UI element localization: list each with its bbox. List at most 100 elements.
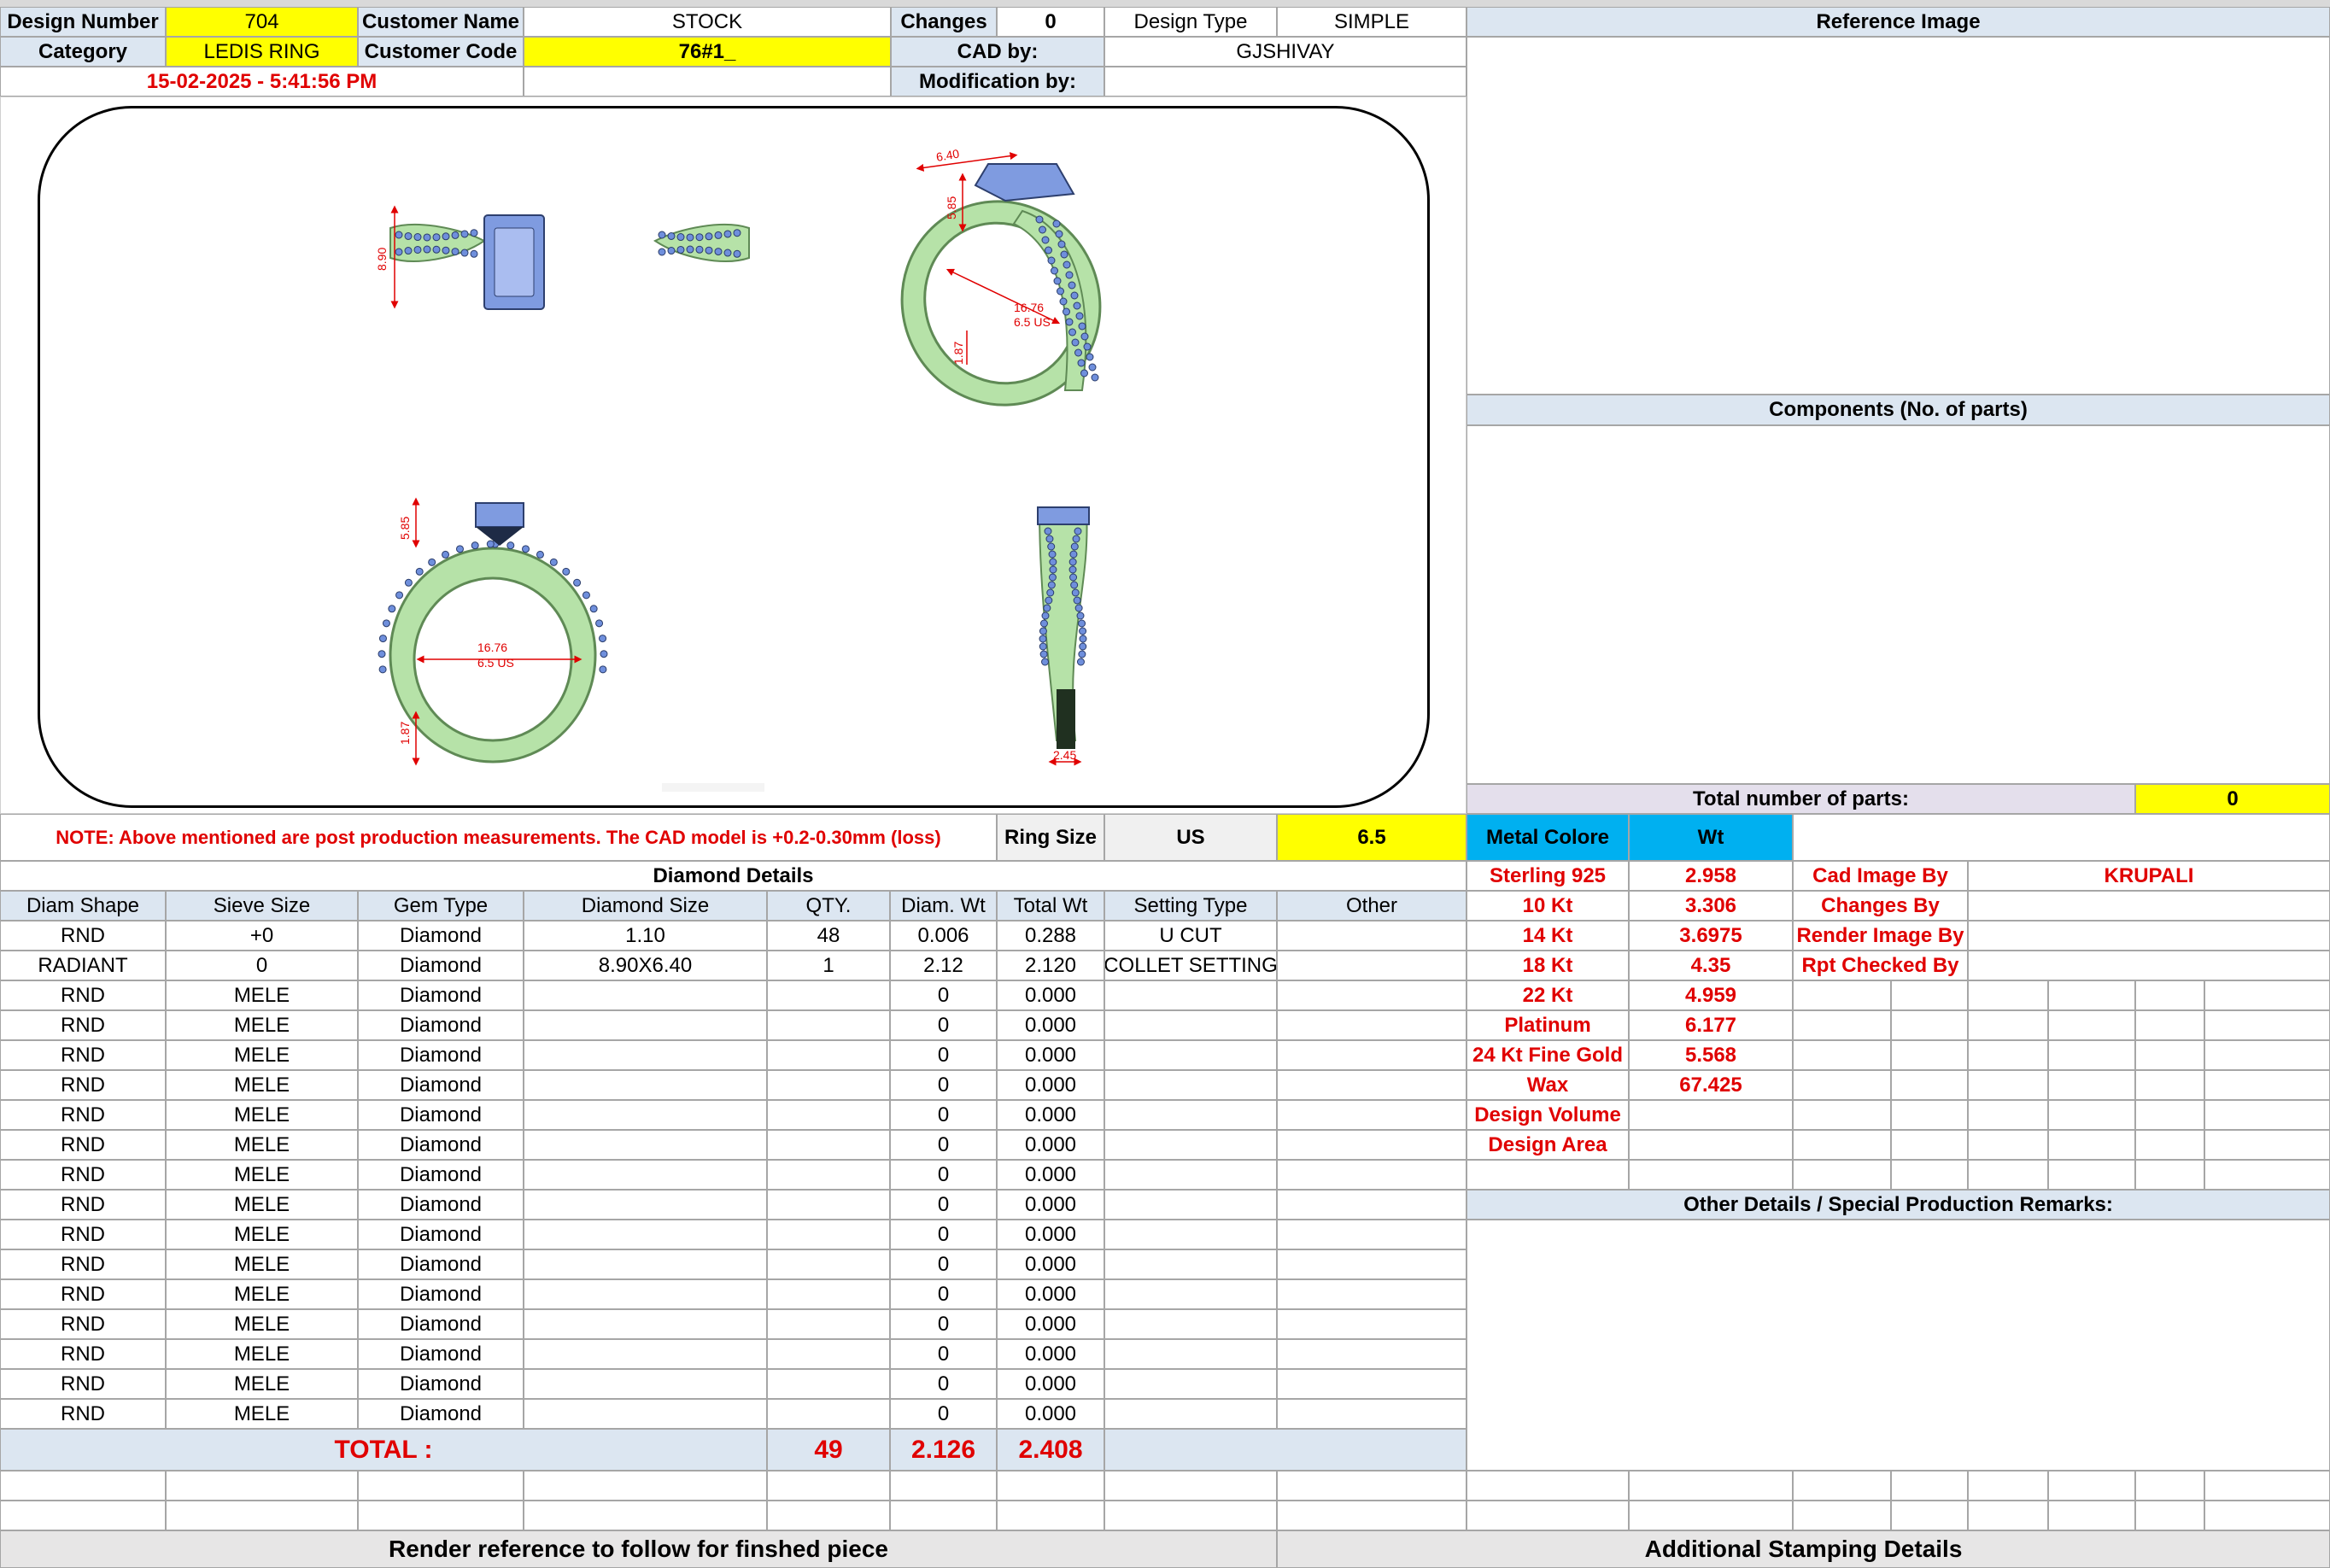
blank-grid-cell[interactable] xyxy=(524,1471,767,1501)
blank-grid-cell[interactable] xyxy=(1968,1471,2048,1501)
credit-grid-cell[interactable] xyxy=(2048,1040,2135,1070)
diamond-cell[interactable]: 0 xyxy=(890,1249,997,1279)
metal-blank-cell[interactable] xyxy=(1629,1160,1793,1190)
diamond-cell[interactable] xyxy=(767,1040,890,1070)
credit-grid-cell[interactable] xyxy=(1793,980,1891,1010)
credit-grid-cell[interactable] xyxy=(2204,980,2330,1010)
blank-grid-cell[interactable] xyxy=(890,1501,997,1530)
credit-grid-cell[interactable] xyxy=(1793,1130,1891,1160)
diamond-cell[interactable] xyxy=(767,1279,890,1309)
credit-grid-cell[interactable] xyxy=(2135,1010,2204,1040)
diamond-cell[interactable]: 0 xyxy=(890,1100,997,1130)
credit-grid-cell[interactable] xyxy=(1891,1070,1968,1100)
diamond-cell[interactable] xyxy=(524,1220,767,1249)
diamond-cell[interactable]: Diamond xyxy=(358,1130,524,1160)
blank-grid-cell[interactable] xyxy=(1104,1501,1277,1530)
diamond-cell[interactable]: 0 xyxy=(890,1160,997,1190)
diamond-cell[interactable] xyxy=(1277,1399,1466,1429)
reference-image-area[interactable] xyxy=(1466,37,2330,395)
diamond-cell[interactable] xyxy=(524,1279,767,1309)
diamond-cell[interactable] xyxy=(767,980,890,1010)
diamond-cell[interactable]: RND xyxy=(0,1040,166,1070)
diamond-cell[interactable]: MELE xyxy=(166,1010,358,1040)
diamond-cell[interactable]: 8.90X6.40 xyxy=(524,951,767,980)
credit-grid-cell[interactable] xyxy=(1891,1130,1968,1160)
credit-grid-cell[interactable] xyxy=(2135,1040,2204,1070)
diamond-cell[interactable] xyxy=(1277,1220,1466,1249)
credit-grid-cell[interactable] xyxy=(1793,1040,1891,1070)
diamond-cell[interactable]: Diamond xyxy=(358,1339,524,1369)
diamond-cell[interactable]: RND xyxy=(0,1070,166,1100)
blank-cell[interactable] xyxy=(524,67,891,97)
blank-grid-cell[interactable] xyxy=(0,1471,166,1501)
diamond-cell[interactable] xyxy=(1277,1010,1466,1040)
blank-grid-cell[interactable] xyxy=(524,1501,767,1530)
diamond-cell[interactable] xyxy=(524,1070,767,1100)
diamond-cell[interactable]: 0.288 xyxy=(997,921,1104,951)
credit-grid-cell[interactable] xyxy=(2048,1070,2135,1100)
blank-grid-cell[interactable] xyxy=(358,1501,524,1530)
diamond-cell[interactable] xyxy=(1277,1070,1466,1100)
blank-grid-cell[interactable] xyxy=(2204,1501,2330,1530)
credit-grid-cell[interactable] xyxy=(2204,1070,2330,1100)
diamond-cell[interactable] xyxy=(524,1040,767,1070)
blank-grid-cell[interactable] xyxy=(1891,1501,1968,1530)
diamond-cell[interactable] xyxy=(1277,951,1466,980)
diamond-cell[interactable] xyxy=(524,1190,767,1220)
credit-grid-cell[interactable] xyxy=(2135,1160,2204,1190)
changes-value[interactable]: 0 xyxy=(997,7,1104,37)
remarks-area[interactable] xyxy=(1466,1220,2330,1471)
diamond-cell[interactable]: 0.000 xyxy=(997,1190,1104,1220)
diamond-cell[interactable]: 0 xyxy=(166,951,358,980)
diamond-cell[interactable] xyxy=(524,1369,767,1399)
diamond-cell[interactable]: 0 xyxy=(890,1220,997,1249)
diamond-cell[interactable] xyxy=(1277,1160,1466,1190)
diamond-cell[interactable]: 0 xyxy=(890,1279,997,1309)
diamond-cell[interactable]: Diamond xyxy=(358,1070,524,1100)
credit-value[interactable] xyxy=(1968,921,2330,951)
diamond-cell[interactable]: RND xyxy=(0,1279,166,1309)
diamond-cell[interactable]: +0 xyxy=(166,921,358,951)
diamond-cell[interactable]: MELE xyxy=(166,1070,358,1100)
blank-grid-cell[interactable] xyxy=(2135,1471,2204,1501)
diamond-cell[interactable] xyxy=(1104,1249,1277,1279)
credit-grid-cell[interactable] xyxy=(2048,980,2135,1010)
credit-grid-cell[interactable] xyxy=(1968,1040,2048,1070)
credit-grid-cell[interactable] xyxy=(1793,1010,1891,1040)
metal-weight[interactable]: 67.425 xyxy=(1629,1070,1793,1100)
diamond-cell[interactable]: Diamond xyxy=(358,1160,524,1190)
diamond-cell[interactable]: MELE xyxy=(166,1249,358,1279)
credit-grid-cell[interactable] xyxy=(2204,1010,2330,1040)
credit-grid-cell[interactable] xyxy=(1891,1100,1968,1130)
credit-grid-cell[interactable] xyxy=(2048,1010,2135,1040)
credit-grid-cell[interactable] xyxy=(1891,1160,1968,1190)
diamond-cell[interactable] xyxy=(1104,1309,1277,1339)
diamond-cell[interactable] xyxy=(1104,1160,1277,1190)
diamond-cell[interactable]: Diamond xyxy=(358,1309,524,1339)
credit-value[interactable]: KRUPALI xyxy=(1968,861,2330,891)
blank-grid-cell[interactable] xyxy=(0,1501,166,1530)
diamond-cell[interactable]: MELE xyxy=(166,1160,358,1190)
blank-grid-cell[interactable] xyxy=(2048,1471,2135,1501)
diamond-cell[interactable]: MELE xyxy=(166,1399,358,1429)
diamond-cell[interactable]: 2.120 xyxy=(997,951,1104,980)
diamond-cell[interactable] xyxy=(1104,1130,1277,1160)
blank-grid-cell[interactable] xyxy=(997,1471,1104,1501)
blank-grid-cell[interactable] xyxy=(2204,1471,2330,1501)
credit-grid-cell[interactable] xyxy=(1968,980,2048,1010)
metal-weight[interactable] xyxy=(1629,1100,1793,1130)
diamond-cell[interactable] xyxy=(1277,1130,1466,1160)
total-parts-value[interactable]: 0 xyxy=(2135,784,2330,814)
diamond-cell[interactable]: 0 xyxy=(890,1309,997,1339)
diamond-cell[interactable]: 0.000 xyxy=(997,1100,1104,1130)
diamond-cell[interactable]: RND xyxy=(0,1339,166,1369)
diamond-cell[interactable]: MELE xyxy=(166,1130,358,1160)
diamond-cell[interactable]: RND xyxy=(0,980,166,1010)
diamond-cell[interactable] xyxy=(1277,1369,1466,1399)
credit-grid-cell[interactable] xyxy=(2135,1100,2204,1130)
blank-grid-cell[interactable] xyxy=(166,1471,358,1501)
blank-grid-cell[interactable] xyxy=(1968,1501,2048,1530)
credit-grid-cell[interactable] xyxy=(2048,1160,2135,1190)
diamond-cell[interactable]: 1.10 xyxy=(524,921,767,951)
diamond-cell[interactable]: 0 xyxy=(890,1339,997,1369)
